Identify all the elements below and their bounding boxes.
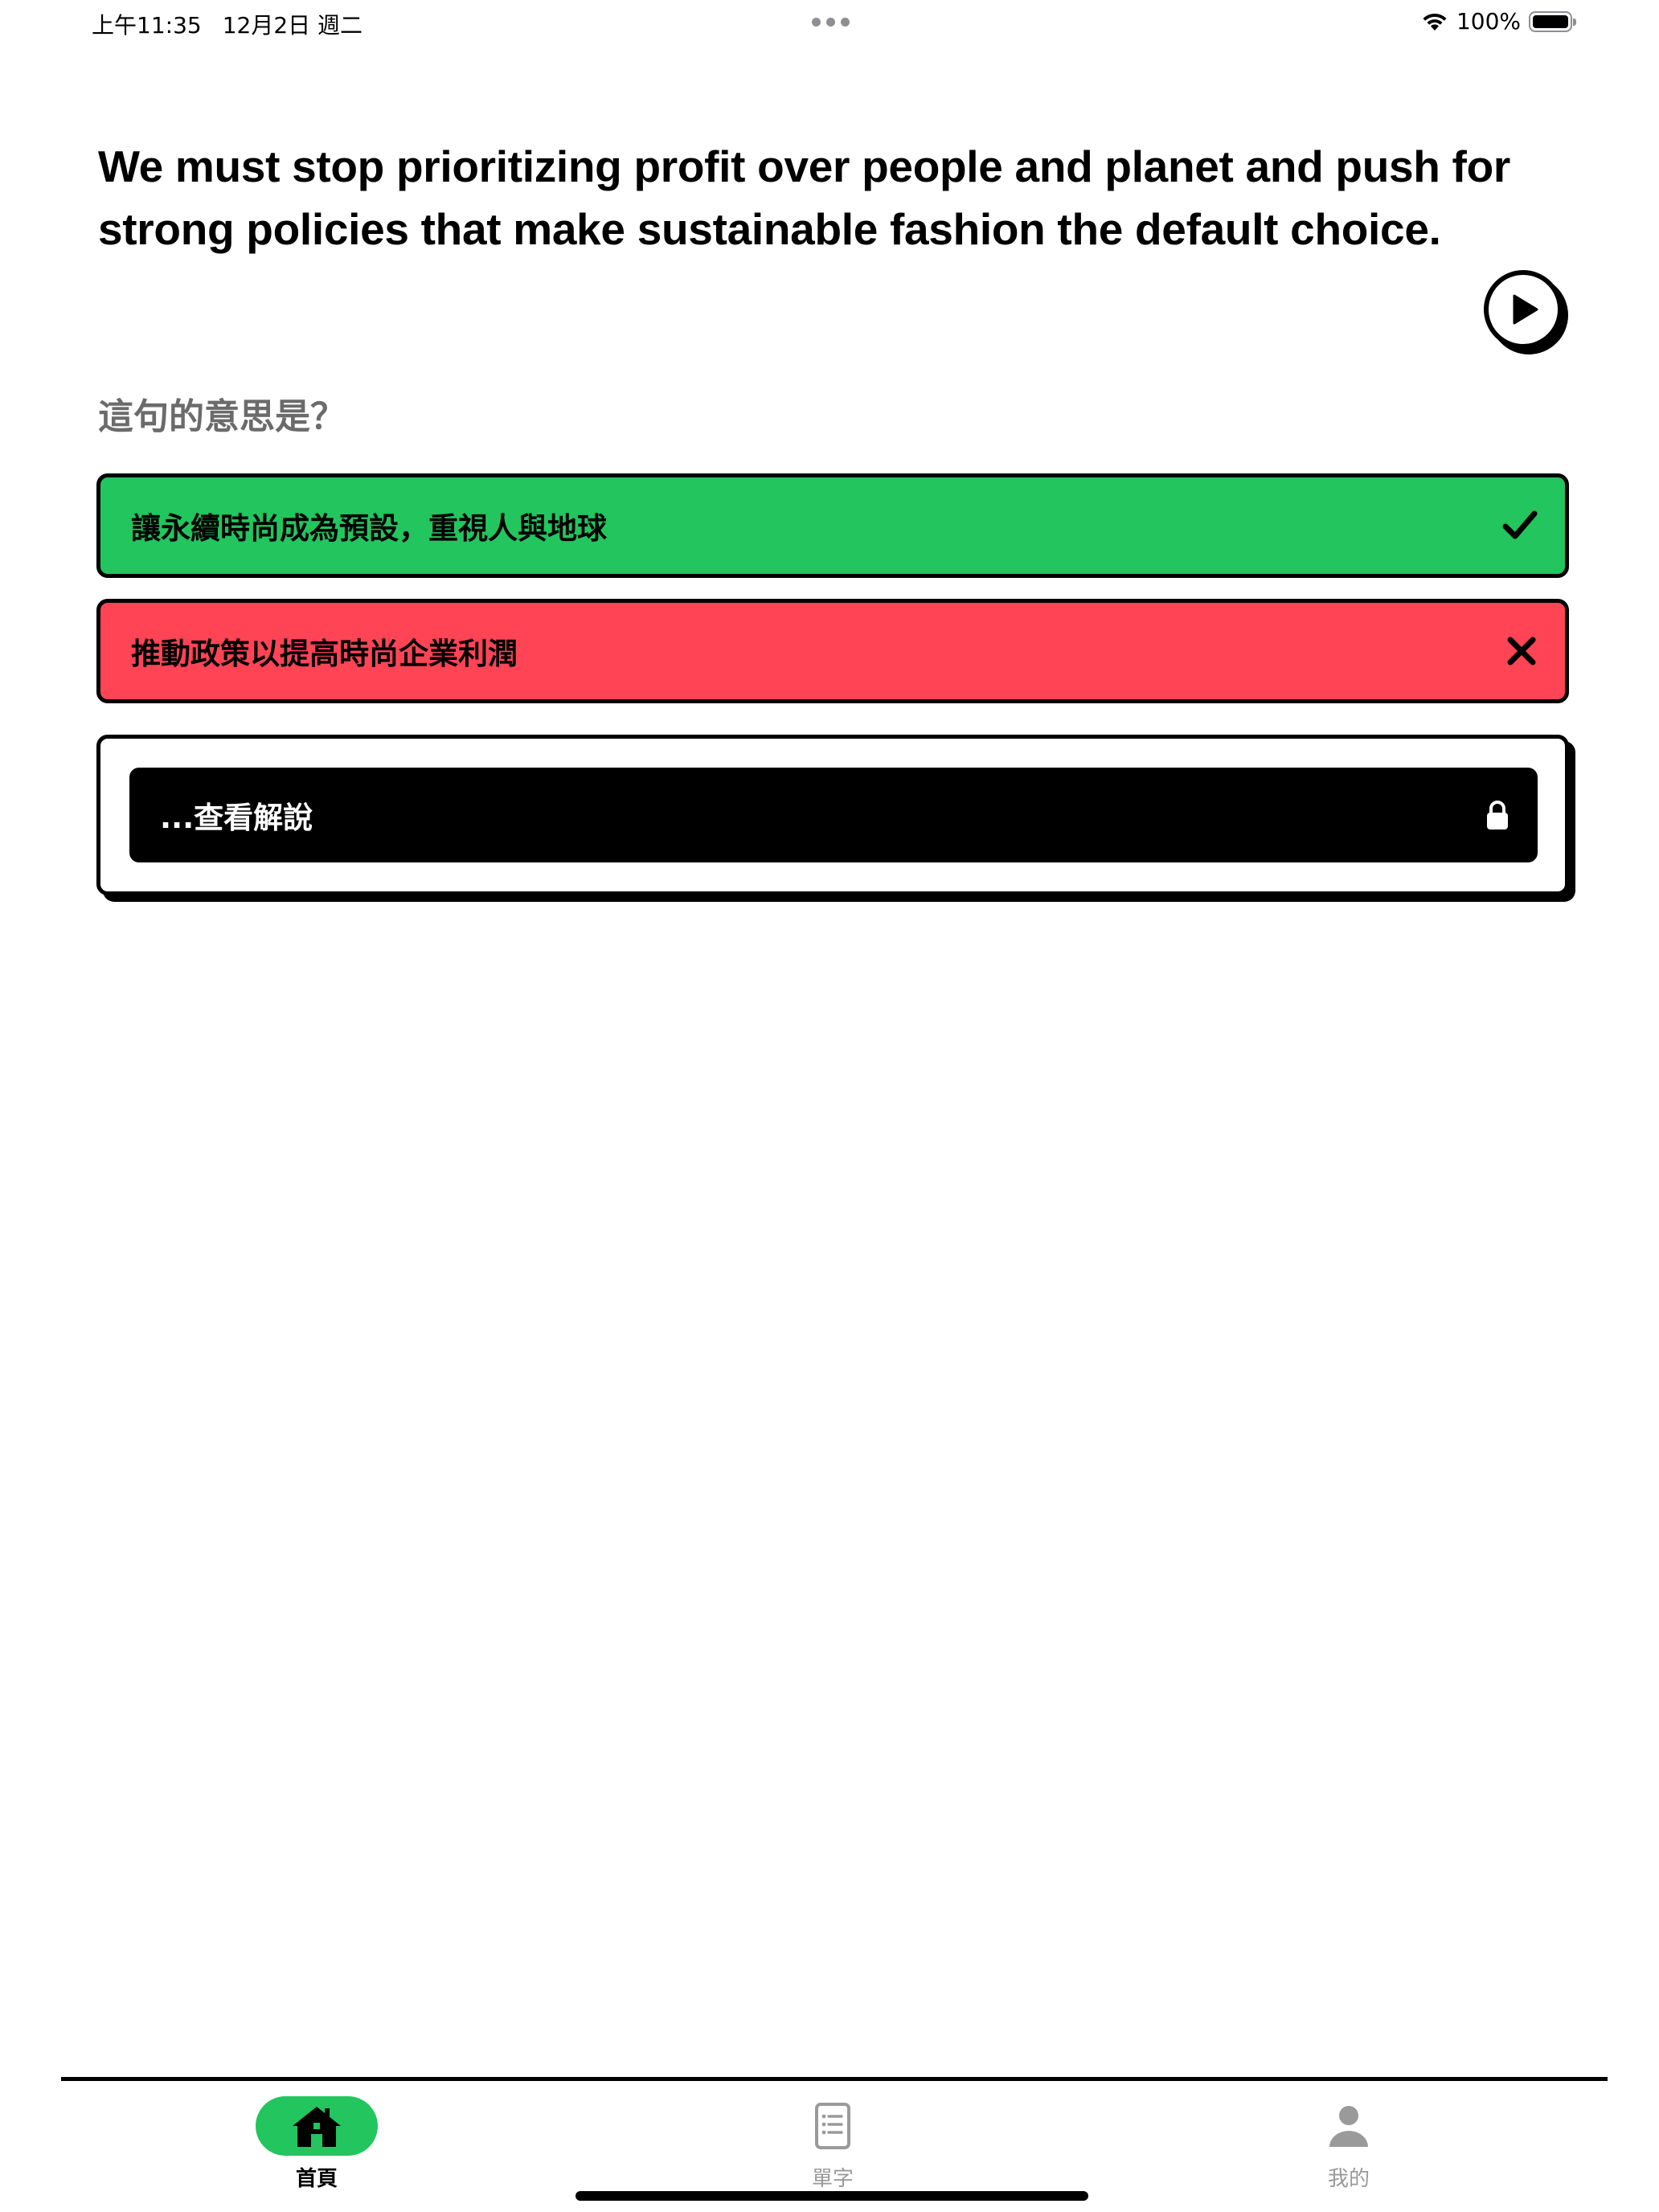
status-date: 12月2日 週二 [222,12,363,39]
home-indicator[interactable] [576,2191,1088,2201]
notebook-icon [815,2103,850,2149]
tab-home[interactable]: 首頁 [236,2096,397,2192]
status-indicators: 100% [1421,8,1576,35]
battery-icon [1529,10,1576,32]
status-time: 上午11:35 [92,12,202,39]
play-audio-button[interactable] [1484,270,1563,349]
view-explanation-button[interactable]: ...查看解說 [129,768,1538,862]
status-bar: 上午11:35 12月2日 週二 100% [0,0,1659,48]
home-icon [293,2107,341,2147]
tab-me-label: 我的 [1327,2167,1370,2191]
status-datetime: 上午11:35 12月2日 週二 [92,8,363,40]
tab-me[interactable]: 我的 [1268,2096,1429,2192]
explanation-card: ...查看解說 [96,735,1569,895]
question-prompt: 這句的意思是？ [98,396,346,437]
answer-option-label: 推動政策以提高時尚企業利潤 [131,637,518,671]
lock-icon [1486,800,1509,830]
answer-option-wrong[interactable]: 推動政策以提高時尚企業利潤 [96,599,1569,703]
answer-option-label: 讓永續時尚成為預設，重視人與地球 [131,511,607,546]
lesson-sentence: We must stop prioritizing profit over pe… [98,141,1510,254]
tab-home-highlight [256,2096,378,2156]
cross-icon [1507,637,1536,666]
wifi-icon [1421,11,1448,32]
checkmark-icon [1502,510,1538,539]
multitasking-dots-icon[interactable] [812,18,850,27]
tab-words-label: 單字 [811,2167,854,2191]
view-explanation-label: ...查看解說 [160,801,313,835]
tab-bar-divider [61,2077,1608,2081]
tab-words[interactable]: 單字 [752,2096,913,2192]
tab-home-label: 首頁 [295,2167,338,2191]
person-icon [1329,2106,1368,2147]
play-icon [1513,294,1538,325]
battery-percent: 100% [1456,8,1521,35]
answer-option-correct[interactable]: 讓永續時尚成為預設，重視人與地球 [96,473,1569,578]
